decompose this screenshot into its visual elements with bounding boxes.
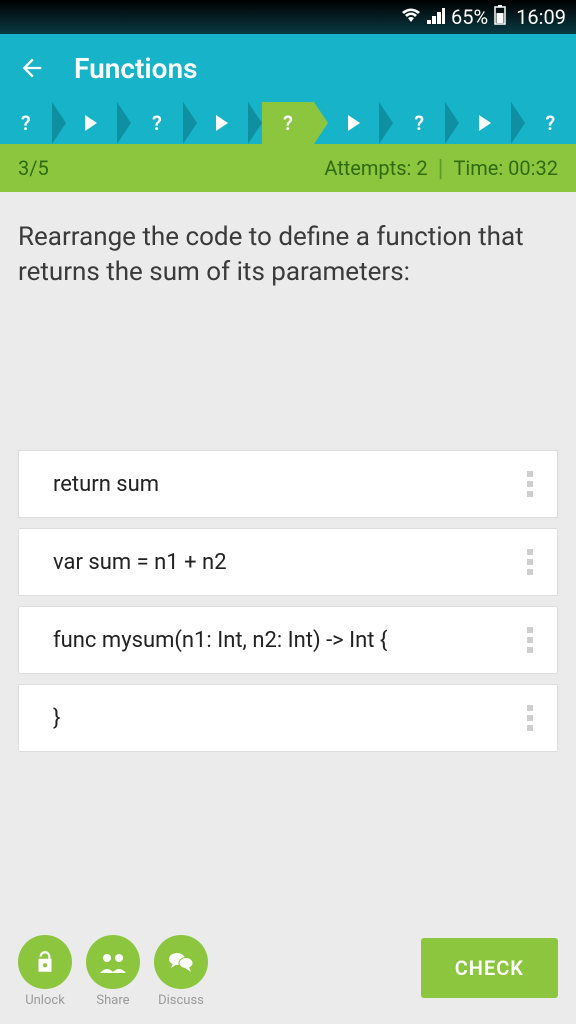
- check-button[interactable]: CHECK: [421, 938, 558, 998]
- drag-handle-icon[interactable]: [521, 471, 539, 497]
- attempts-label: Attempts: 2: [324, 156, 427, 180]
- code-card[interactable]: return sum: [18, 450, 558, 518]
- progress-bar: ? ? ? ? ?: [0, 102, 576, 144]
- status-bar: 65% 16:09: [0, 0, 576, 34]
- progress-step-6[interactable]: [328, 102, 380, 144]
- drag-handle-icon[interactable]: [521, 549, 539, 575]
- back-arrow-icon[interactable]: [18, 54, 46, 82]
- drag-handle-icon[interactable]: [521, 705, 539, 731]
- progress-step-9[interactable]: ?: [525, 102, 576, 144]
- app-bar: Functions: [0, 34, 576, 102]
- progress-step-4[interactable]: [197, 102, 249, 144]
- page-title: Functions: [74, 52, 198, 85]
- question-text: Rearrange the code to define a function …: [18, 220, 558, 290]
- share-button[interactable]: Share: [86, 935, 140, 1008]
- code-text: var sum = n1 + n2: [37, 550, 227, 575]
- drag-handle-icon[interactable]: [521, 627, 539, 653]
- unlock-icon: [18, 935, 72, 989]
- progress-step-3[interactable]: ?: [131, 102, 183, 144]
- code-text: return sum: [37, 472, 159, 497]
- signal-icon: [427, 5, 445, 29]
- share-label: Share: [96, 993, 129, 1008]
- share-icon: [86, 935, 140, 989]
- discuss-label: Discuss: [158, 993, 204, 1008]
- progress-count: 3/5: [18, 156, 49, 180]
- progress-step-5-active[interactable]: ?: [262, 102, 314, 144]
- time-label: Time: 00:32: [453, 156, 558, 180]
- progress-step-7[interactable]: ?: [393, 102, 445, 144]
- stats-divider: |: [438, 154, 444, 182]
- battery-icon: [494, 5, 506, 30]
- progress-step-2[interactable]: [66, 102, 118, 144]
- code-text: func mysum(n1: Int, n2: Int) -> Int {: [37, 628, 387, 653]
- unlock-button[interactable]: Unlock: [18, 935, 72, 1008]
- clock-time: 16:09: [516, 5, 566, 29]
- code-text: }: [37, 706, 60, 731]
- content-area: Rearrange the code to define a function …: [0, 192, 576, 752]
- bottom-actions: Unlock Share Discuss CHECK: [0, 935, 576, 1008]
- unlock-label: Unlock: [25, 993, 65, 1008]
- stats-bar: 3/5 Attempts: 2 | Time: 00:32: [0, 144, 576, 192]
- code-card[interactable]: var sum = n1 + n2: [18, 528, 558, 596]
- code-card-list: return sum var sum = n1 + n2 func mysum(…: [18, 450, 558, 752]
- discuss-button[interactable]: Discuss: [154, 935, 208, 1008]
- discuss-icon: [154, 935, 208, 989]
- wifi-icon: [401, 5, 421, 29]
- battery-percent: 65%: [451, 5, 488, 29]
- code-card[interactable]: }: [18, 684, 558, 752]
- progress-step-1[interactable]: ?: [0, 102, 52, 144]
- progress-step-8[interactable]: [459, 102, 511, 144]
- code-card[interactable]: func mysum(n1: Int, n2: Int) -> Int {: [18, 606, 558, 674]
